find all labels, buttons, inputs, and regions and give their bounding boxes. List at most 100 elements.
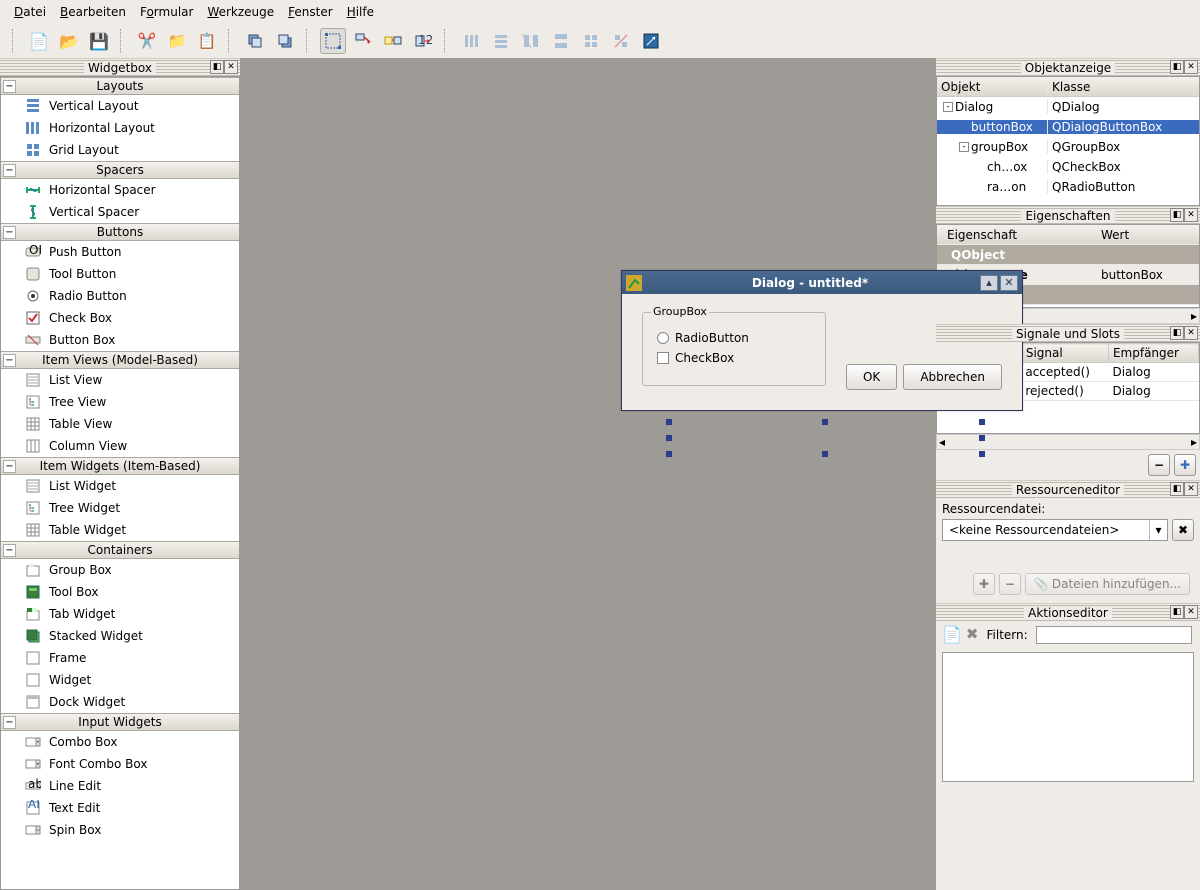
widgetbox-category[interactable]: −Spacers	[1, 161, 239, 179]
widgetbox-item[interactable]: Radio Button	[1, 285, 239, 307]
object-tree-row[interactable]: ra…onQRadioButton	[937, 177, 1199, 197]
property-row[interactable]: QObject	[937, 245, 1199, 265]
widgetbox-category[interactable]: −Containers	[1, 541, 239, 559]
actions-close[interactable]: ✕	[1184, 605, 1198, 619]
widgetbox-item[interactable]: List View	[1, 369, 239, 391]
send-back-button[interactable]	[242, 28, 268, 54]
menu-form[interactable]: Formular	[134, 3, 199, 21]
edit-widgets-mode[interactable]	[320, 28, 346, 54]
widgetbox-item[interactable]: Stacked Widget	[1, 625, 239, 647]
signals-close[interactable]: ✕	[1184, 326, 1198, 340]
menu-tools[interactable]: Werkzeuge	[201, 3, 280, 21]
widgetbox-item[interactable]: Column View	[1, 435, 239, 457]
expand-icon[interactable]: -	[959, 142, 969, 152]
save-file-button[interactable]: 💾	[86, 28, 112, 54]
adjust-size-button[interactable]	[638, 28, 664, 54]
checkbox[interactable]: CheckBox	[657, 351, 811, 365]
widgetbox-category[interactable]: −Item Views (Model-Based)	[1, 351, 239, 369]
layout-vsplit-button[interactable]	[548, 28, 574, 54]
resources-float[interactable]: ◧	[1170, 482, 1184, 496]
object-tree-row[interactable]: ch…oxQCheckBox	[937, 157, 1199, 177]
widgetbox-item[interactable]: Horizontal Spacer	[1, 179, 239, 201]
sig-header-signal[interactable]: Signal	[1021, 344, 1108, 363]
remove-prefix-button[interactable]: −	[999, 573, 1021, 595]
prop-header-name[interactable]: Eigenschaft	[937, 228, 1097, 242]
widgetbox-item[interactable]: Tool Button	[1, 263, 239, 285]
dialog-minimize-button[interactable]: ▴	[980, 275, 998, 291]
widgetbox-category[interactable]: −Item Widgets (Item-Based)	[1, 457, 239, 475]
edit-taborder-mode[interactable]: 12	[410, 28, 436, 54]
objtree-header-class[interactable]: Klasse	[1047, 80, 1199, 94]
prop-header-value[interactable]: Wert	[1097, 228, 1199, 242]
edit-signals-mode[interactable]	[350, 28, 376, 54]
widgetbox-item[interactable]: Vertical Layout	[1, 95, 239, 117]
objtree-header-object[interactable]: Objekt	[937, 80, 1047, 94]
cut-button[interactable]: ✂️	[134, 28, 160, 54]
object-tree[interactable]: Objekt Klasse -DialogQDialogbuttonBoxQDi…	[936, 76, 1200, 206]
sig-header-receiver[interactable]: Empfänger	[1108, 344, 1198, 363]
resources-close[interactable]: ✕	[1184, 482, 1198, 496]
new-action-button[interactable]: 📄	[942, 625, 962, 644]
remove-resource-button[interactable]: ✖	[1172, 519, 1194, 541]
menu-window[interactable]: Fenster	[282, 3, 339, 21]
layout-v-button[interactable]	[488, 28, 514, 54]
widgetbox-item[interactable]: Font Combo Box	[1, 753, 239, 775]
widgetbox-item[interactable]: Tree Widget	[1, 497, 239, 519]
objecttree-float[interactable]: ◧	[1170, 60, 1184, 74]
properties-close[interactable]: ✕	[1184, 208, 1198, 222]
ok-button[interactable]: OK	[846, 364, 897, 390]
signals-scrollbar[interactable]: ◂▸	[936, 434, 1200, 450]
widgetbox-item[interactable]: Button Box	[1, 329, 239, 351]
paste-button[interactable]: 📋	[194, 28, 220, 54]
new-file-button[interactable]: 📄	[26, 28, 52, 54]
widgetbox-item[interactable]: Grid Layout	[1, 139, 239, 161]
widgetbox-item[interactable]: abLine Edit	[1, 775, 239, 797]
menu-file[interactable]: Datei	[8, 3, 52, 21]
widgetbox-category[interactable]: −Input Widgets	[1, 713, 239, 731]
add-prefix-button[interactable]: ✚	[973, 573, 995, 595]
edit-buddies-mode[interactable]	[380, 28, 406, 54]
layout-hsplit-button[interactable]	[518, 28, 544, 54]
widgetbox-item[interactable]: List Widget	[1, 475, 239, 497]
widgetbox-item[interactable]: Vertical Spacer	[1, 201, 239, 223]
widgetbox-item[interactable]: Widget	[1, 669, 239, 691]
object-tree-row[interactable]: -groupBoxQGroupBox	[937, 137, 1199, 157]
properties-float[interactable]: ◧	[1170, 208, 1184, 222]
widgetbox-item[interactable]: Table Widget	[1, 519, 239, 541]
property-value[interactable]: buttonBox	[1097, 268, 1199, 282]
signals-float[interactable]: ◧	[1170, 326, 1184, 340]
widgetbox-item[interactable]: Frame	[1, 647, 239, 669]
widgetbox-float-button[interactable]: ◧	[210, 60, 224, 74]
design-canvas[interactable]: Dialog - untitled* ▴ ✕ GroupBox RadioBut…	[240, 58, 936, 890]
widgetbox-item[interactable]: Tool Box	[1, 581, 239, 603]
widgetbox-item[interactable]: Horizontal Layout	[1, 117, 239, 139]
copy-button[interactable]: 📁	[164, 28, 190, 54]
remove-connection-button[interactable]: −	[1148, 454, 1170, 476]
bring-front-button[interactable]	[272, 28, 298, 54]
property-group[interactable]: QObject	[937, 248, 1097, 262]
widgetbox-item[interactable]: Dock Widget	[1, 691, 239, 713]
groupbox[interactable]: GroupBox RadioButton CheckBox	[642, 312, 826, 386]
menu-help[interactable]: Hilfe	[341, 3, 380, 21]
object-tree-row[interactable]: buttonBoxQDialogButtonBox	[937, 117, 1199, 137]
widgetbox-item[interactable]: Table View	[1, 413, 239, 435]
filter-input[interactable]	[1036, 626, 1192, 644]
delete-action-button[interactable]: ✖	[966, 625, 979, 644]
add-connection-button[interactable]: ✚	[1174, 454, 1196, 476]
open-file-button[interactable]: 📂	[56, 28, 82, 54]
widgetbox-item[interactable]: Spin Box	[1, 819, 239, 841]
object-tree-row[interactable]: -DialogQDialog	[937, 97, 1199, 117]
objecttree-close[interactable]: ✕	[1184, 60, 1198, 74]
widgetbox-category[interactable]: −Layouts	[1, 77, 239, 95]
widgetbox-item[interactable]: Group Box	[1, 559, 239, 581]
layout-grid-button[interactable]	[578, 28, 604, 54]
widgetbox-item[interactable]: Tree View	[1, 391, 239, 413]
widgetbox-item[interactable]: AIText Edit	[1, 797, 239, 819]
widgetbox-item[interactable]: Tab Widget	[1, 603, 239, 625]
widgetbox-list[interactable]: −LayoutsVertical LayoutHorizontal Layout…	[0, 76, 240, 890]
menu-edit[interactable]: Bearbeiten	[54, 3, 132, 21]
cancel-button[interactable]: Abbrechen	[903, 364, 1002, 390]
widgetbox-item[interactable]: Check Box	[1, 307, 239, 329]
widgetbox-category[interactable]: −Buttons	[1, 223, 239, 241]
action-list[interactable]	[942, 652, 1194, 782]
